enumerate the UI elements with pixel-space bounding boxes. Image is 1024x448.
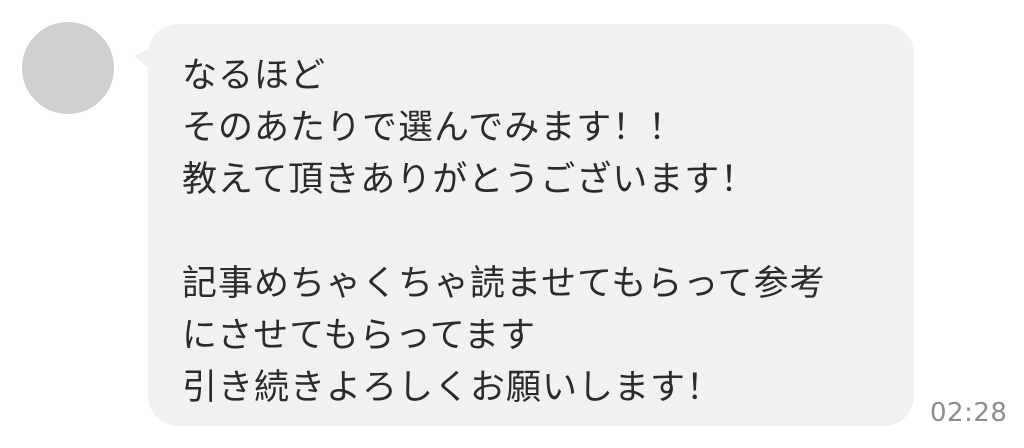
message-line: にさせてもらってます bbox=[182, 316, 537, 356]
bubble-tail bbox=[134, 46, 156, 74]
avatar[interactable] bbox=[22, 22, 114, 114]
chat-view: なるほど そのあたりで選んでみます！！ 教えて頂きありがとうございます！ 記事め… bbox=[0, 0, 1024, 448]
message-timestamp: 02:28 bbox=[930, 398, 1008, 428]
message-bubble[interactable]: なるほど そのあたりで選んでみます！！ 教えて頂きありがとうございます！ 記事め… bbox=[134, 24, 914, 426]
message-line: 記事めちゃくちゃ読ませてもらって参考 bbox=[182, 264, 826, 304]
message-line: そのあたりで選んでみます！！ bbox=[182, 108, 685, 148]
message-line bbox=[182, 206, 880, 258]
message-line: 教えて頂きありがとうございます！ bbox=[182, 160, 757, 200]
message-line: 引き続きよろしくお願いします！ bbox=[182, 368, 723, 408]
message-line: なるほど bbox=[182, 56, 327, 96]
